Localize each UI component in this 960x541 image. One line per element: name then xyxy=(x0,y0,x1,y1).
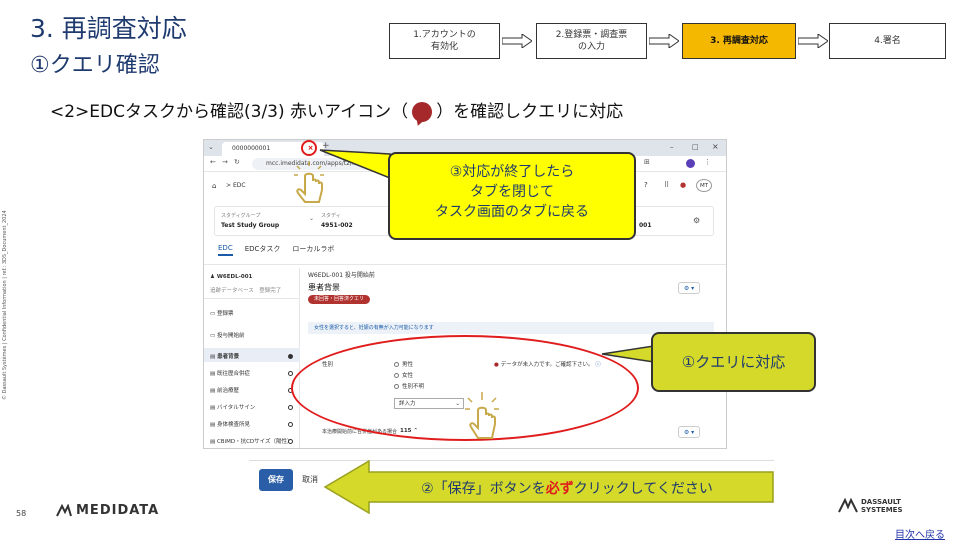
sidebar-item-history[interactable]: ▤ 既往歴合併症 xyxy=(210,369,250,377)
tab-close-highlight xyxy=(301,140,317,156)
status-dot xyxy=(288,354,293,359)
study-group-label: スタディグループ xyxy=(221,213,261,219)
reload-icon[interactable]: ↻ xyxy=(234,158,240,166)
step-4: 4.署名 xyxy=(829,23,946,59)
medidata-logo: MEDIDATA xyxy=(56,503,159,518)
sidebar-item-pre-dosing[interactable]: ▭ 投与開始前 xyxy=(210,331,244,339)
emphasis-must: 必ず xyxy=(545,481,574,497)
window-close-icon[interactable]: × xyxy=(712,142,719,151)
breadcrumb[interactable]: > EDC xyxy=(226,182,246,189)
dassault-logo: DASSAULT SYSTEMES xyxy=(838,498,903,514)
settings-gear-icon[interactable]: ⚙ xyxy=(693,216,700,225)
apps-icon[interactable]: ⠿ xyxy=(664,181,669,189)
sidebar-item-cbimd[interactable]: ▤ CBiMD・抗CDサイズ（陽性） xyxy=(210,437,293,445)
callout-close-tab: ③対応が終了したら タブを閉じて タスク画面のタブに戻る xyxy=(388,152,636,240)
instruction-text: <2>EDCタスクから確認(3/3) 赤いアイコン（ ）を確認しクエリに対応 xyxy=(50,100,623,124)
form-info-banner: 女性を選択すると、妊娠の有無が入力可能になります xyxy=(308,322,714,334)
sidebar-item-physical-exam[interactable]: ▤ 身体検査所見 xyxy=(210,420,250,428)
extensions-icon[interactable]: ⊞ xyxy=(644,158,650,166)
toc-link[interactable]: 目次へ戻る xyxy=(895,526,945,541)
save-button[interactable]: 保存 xyxy=(259,469,293,491)
step-arrow-icon xyxy=(798,34,828,48)
step-2-line1: 2.登録票・調査票 xyxy=(555,30,628,40)
sidebar-item-patient-background[interactable]: ▤ 患者背景 xyxy=(210,352,239,360)
chevron-down-icon[interactable]: ⌄ xyxy=(309,215,314,222)
step-2-line2: の入力 xyxy=(577,42,605,52)
step-4-label: 4.署名 xyxy=(874,36,901,46)
page-subtitle: ①クエリ確認 xyxy=(30,53,160,78)
step-3-active: 3. 再調査対応 xyxy=(682,23,796,59)
step-arrow-icon xyxy=(502,34,532,48)
callout-close-tab-line1: ③対応が終了したら xyxy=(449,164,575,180)
study-label: スタディ xyxy=(321,213,341,219)
cancel-button[interactable]: 取消 xyxy=(302,471,318,489)
page-number: 58 xyxy=(16,509,27,518)
form-header: W6EDL-001 投与開始前 xyxy=(308,272,375,279)
page-title: 3. 再調査対応 xyxy=(30,14,187,43)
avatar[interactable]: MT xyxy=(696,179,712,192)
callout-pointer xyxy=(601,345,655,363)
hand-pointer-icon xyxy=(465,392,499,439)
forward-icon[interactable]: → xyxy=(222,158,228,166)
form-title: 患者背景 xyxy=(308,283,340,292)
status-dot xyxy=(288,422,293,427)
study-value: 4951-002 xyxy=(321,222,353,229)
tab-edc[interactable]: EDC xyxy=(218,244,233,256)
step-1-line2: 有効化 xyxy=(430,42,458,52)
ds-mark-icon xyxy=(56,503,72,516)
sidebar-item-prior-treatment[interactable]: ▤ 前治療歴 xyxy=(210,386,239,394)
subject-id: ♟ W6EDL-001 xyxy=(210,274,253,280)
callout-save-text: ②「保存」ボタンを必ずクリックしてください xyxy=(421,481,713,497)
browser-menu-icon[interactable]: ⋮ xyxy=(704,158,711,166)
tab-local-lab[interactable]: ローカルラボ xyxy=(292,244,334,256)
sidebar-item-vitals[interactable]: ▤ バイタルサイン xyxy=(210,403,255,411)
tab-menu-icon[interactable]: ⌄ xyxy=(208,143,214,151)
status-dot xyxy=(288,439,293,444)
maximize-icon[interactable]: □ xyxy=(692,143,699,151)
home-icon[interactable]: ⌂ xyxy=(212,182,216,190)
ds-mark-icon xyxy=(838,498,858,513)
site-value: 001 xyxy=(639,222,652,229)
confidential-note: © Dassault Systèmes | Confidential Infor… xyxy=(2,210,8,400)
profile-icon[interactable] xyxy=(686,159,695,168)
callout-close-tab-line2: タブを閉じて xyxy=(470,184,554,200)
status-dot xyxy=(288,405,293,410)
app-tabs: EDC EDCタスク ローカルラボ xyxy=(218,244,334,256)
subject-sidebar: ♟ W6EDL-001 追跡データベース 登録完了 ▭ 登録票 ▭ 投与開始前 … xyxy=(204,268,300,448)
divider xyxy=(204,298,300,299)
callout-respond-query: ①クエリに対応 xyxy=(651,332,816,392)
status-dot xyxy=(288,371,293,376)
notification-icon[interactable]: ● xyxy=(680,181,686,189)
help-icon[interactable]: ? xyxy=(644,181,648,189)
instruction-before: <2>EDCタスクから確認(3/3) 赤いアイコン（ xyxy=(50,102,409,122)
subject-status: 追跡データベース 登録完了 xyxy=(210,288,282,294)
step-3-label: 3. 再調査対応 xyxy=(710,36,768,46)
step-2: 2.登録票・調査票 の入力 xyxy=(536,23,647,59)
back-icon[interactable]: ← xyxy=(210,158,216,166)
step-1-line1: 1.アカウントの xyxy=(413,30,476,40)
query-bubble-icon xyxy=(412,102,433,122)
study-group-value: Test Study Group xyxy=(221,222,280,229)
callout-close-tab-line3: タスク画面のタブに戻る xyxy=(435,204,589,220)
minimize-icon[interactable]: – xyxy=(670,143,674,151)
step-arrow-icon xyxy=(649,34,679,48)
tab-edc-task[interactable]: EDCタスク xyxy=(245,244,281,256)
divider xyxy=(204,264,726,265)
instruction-after: ）を確認しクエリに対応 xyxy=(436,102,624,122)
form-settings-button[interactable]: ⚙ ▾ xyxy=(678,282,700,294)
step-1: 1.アカウントの 有効化 xyxy=(389,23,500,59)
row-settings-button[interactable]: ⚙ ▾ xyxy=(678,426,700,438)
query-status-badge: 未回答・回答済クエリ xyxy=(308,295,371,304)
sidebar-item-registration[interactable]: ▭ 登録票 xyxy=(210,309,233,317)
